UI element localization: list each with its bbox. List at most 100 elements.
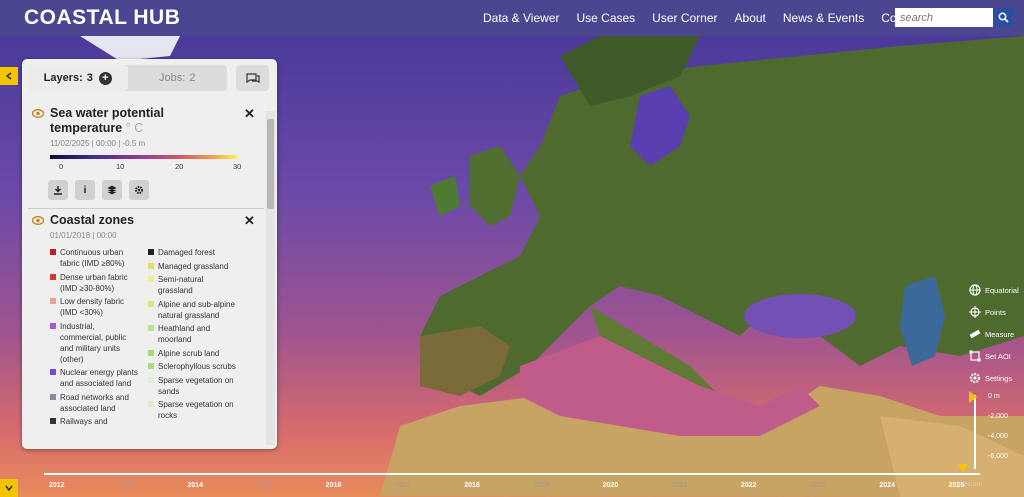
legend-swatch: [50, 369, 56, 375]
panel-scrollbar[interactable]: [266, 111, 275, 445]
globe-icon: [969, 284, 981, 296]
legend-swatch: [148, 276, 154, 282]
legend-item: Railways and: [50, 416, 140, 427]
measure-button[interactable]: Measure: [968, 323, 1019, 345]
legend-item: Road networks and associated land: [50, 392, 140, 414]
panel-tabs: Layers: 3 + Jobs: 2: [28, 65, 227, 91]
legend-label: Railways and: [60, 417, 108, 426]
tab-jobs[interactable]: Jobs: 2: [128, 65, 228, 91]
timeline-handle[interactable]: [958, 464, 968, 473]
remove-layer-button[interactable]: ✕: [244, 106, 255, 122]
remove-layer-button[interactable]: ✕: [244, 213, 255, 229]
depth-handle[interactable]: [969, 391, 977, 403]
timeline-year[interactable]: 2012: [49, 482, 65, 489]
aoi-icon: [969, 350, 981, 362]
add-layer-icon[interactable]: +: [98, 71, 112, 85]
timeline-year[interactable]: 2016: [326, 482, 342, 489]
layer-settings-button[interactable]: [129, 180, 149, 200]
layer-meta: 01/01/2018 | 00:00: [50, 231, 117, 240]
timeline[interactable]: 2012 2013 2014 2015 2016 2017 2018 2019 2020 2021…: [44, 464, 980, 497]
tab-layers[interactable]: Layers: 3 +: [28, 65, 128, 91]
legend-swatch: [148, 325, 154, 331]
chat-button[interactable]: [236, 65, 269, 91]
legend-item: Damaged forest: [148, 247, 238, 258]
eye-icon[interactable]: [32, 109, 44, 118]
depth-slider[interactable]: 0 m -2,000 -4,000 -6,000: [968, 391, 1018, 471]
legend-swatch: [148, 300, 154, 307]
depth-label: -4,000: [988, 433, 1008, 440]
legend-swatch: [50, 273, 56, 280]
search-icon: [998, 12, 1009, 23]
nav-about[interactable]: About: [735, 11, 766, 25]
timeline-year[interactable]: 2024: [879, 482, 895, 489]
set-aoi-button[interactable]: Set AOI: [968, 345, 1019, 367]
chevron-left-icon: [5, 72, 12, 80]
layer-panel: Layers: 3 + Jobs: 2 Sea water potential …: [22, 59, 277, 449]
crosshair-icon: [969, 306, 981, 318]
legend-item: Sparse vegetation on sands: [148, 375, 238, 397]
legend-item: Nuclear energy plants and associated lan…: [50, 367, 140, 389]
legend-item: Heathland and moorland: [148, 323, 238, 345]
timeline-year[interactable]: 2015: [257, 482, 273, 489]
timeline-year[interactable]: 2017: [395, 482, 411, 489]
timeline-year[interactable]: 2019: [533, 482, 549, 489]
gear-icon: [135, 186, 143, 194]
nav-user-corner[interactable]: User Corner: [652, 11, 717, 25]
points-button[interactable]: Points: [968, 301, 1019, 323]
top-header: COASTAL HUB Data & Viewer Use Cases User…: [0, 0, 1024, 36]
nav-news-events[interactable]: News & Events: [783, 11, 864, 25]
legend-label: Continuous urban fabric (IMD ≥80%): [60, 248, 125, 268]
layer-divider: [28, 208, 264, 209]
search-button[interactable]: [993, 8, 1014, 27]
legend-item: Sclerophyllous scrubs: [148, 361, 238, 372]
timeline-track: [44, 473, 980, 475]
scrollbar-thumb[interactable]: [267, 119, 274, 209]
timeline-year[interactable]: 2014: [187, 482, 203, 489]
main-nav: Data & Viewer Use Cases User Corner Abou…: [483, 0, 940, 36]
legend-swatch: [148, 363, 154, 369]
legend-label: Nuclear energy plants and associated lan…: [60, 368, 138, 388]
layers-button[interactable]: [102, 180, 122, 200]
legend-item: Semi-natural grassland: [148, 274, 238, 296]
nav-use-cases[interactable]: Use Cases: [576, 11, 635, 25]
map-settings-button[interactable]: Settings: [968, 367, 1019, 389]
download-button[interactable]: [48, 180, 68, 200]
jobs-count: 2: [189, 72, 196, 84]
chat-icon: [245, 72, 260, 83]
scale-tick: 20: [175, 162, 184, 171]
layer-title-coastal-zones: Coastal zones: [50, 213, 135, 227]
depth-track: [974, 395, 976, 469]
timeline-year[interactable]: 2013: [118, 482, 134, 489]
legend-swatch: [50, 249, 56, 255]
cesium-watermark: cesium: [960, 481, 983, 488]
legend-label: Heathland and moorland: [158, 324, 211, 344]
legend-swatch: [50, 418, 56, 424]
brand-logo[interactable]: COASTAL HUB: [24, 6, 180, 30]
timeline-year[interactable]: 2021: [672, 482, 688, 489]
legend-label: Sparse vegetation on rocks: [158, 400, 234, 420]
timeline-year[interactable]: 2020: [603, 482, 619, 489]
legend-label: Semi-natural grassland: [158, 275, 204, 295]
layer-meta: 11/02/2025 | 00:00 | -0.5 m: [50, 139, 146, 148]
expand-timeline-button[interactable]: [0, 479, 18, 497]
search-input[interactable]: [895, 8, 993, 27]
scale-tick: 10: [116, 162, 125, 171]
legend-label: Industrial, commercial, public and milit…: [60, 321, 127, 364]
eye-icon[interactable]: [32, 216, 44, 225]
depth-label: -6,000: [988, 453, 1008, 460]
legend-label: Low density fabric (IMD <30%): [60, 297, 125, 317]
layers-label: Layers:: [43, 72, 83, 84]
ruler-icon: [969, 329, 981, 339]
stack-icon: [107, 185, 117, 195]
legend-column-right: Damaged forest Managed grassland Semi-natu…: [148, 247, 238, 424]
collapse-panel-button[interactable]: [0, 67, 18, 85]
equatorial-button[interactable]: Equatorial: [968, 279, 1019, 301]
timeline-year[interactable]: 2022: [741, 482, 757, 489]
legend-swatch: [148, 376, 154, 383]
legend-label: Road networks and associated land: [60, 392, 129, 413]
layer-unit: ° C: [125, 121, 144, 135]
info-button[interactable]: i: [75, 180, 95, 200]
nav-data-viewer[interactable]: Data & Viewer: [483, 11, 559, 25]
timeline-year[interactable]: 2018: [464, 482, 480, 489]
timeline-year[interactable]: 2023: [810, 482, 826, 489]
